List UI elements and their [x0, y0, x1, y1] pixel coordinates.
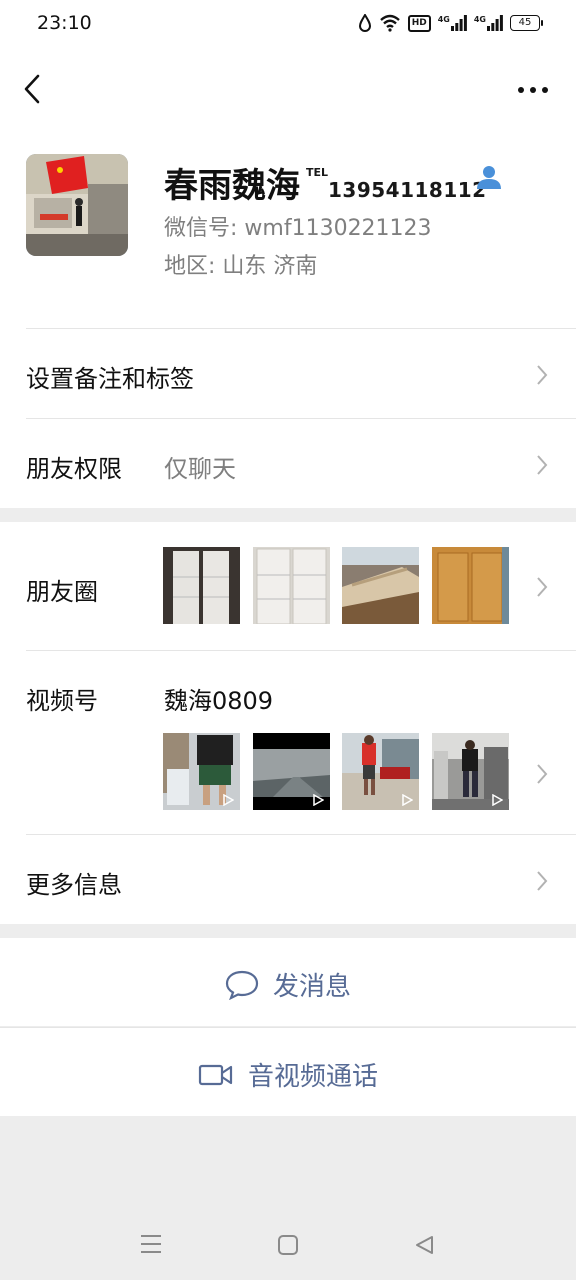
send-message-button[interactable]: 发消息 [0, 938, 576, 1026]
video-call-button[interactable]: 音视频通话 [0, 1027, 576, 1116]
play-icon [223, 794, 234, 806]
battery-icon: 45 [510, 15, 543, 31]
more-info-row[interactable]: 更多信息 [26, 834, 576, 925]
back-arrow-icon[interactable] [18, 72, 48, 106]
chevron-right-icon [537, 871, 548, 891]
avatar[interactable] [26, 154, 128, 256]
moments-photo [432, 547, 509, 624]
signal-1: 4G [438, 15, 467, 31]
status-icons: HD 4G 4G 45 [358, 14, 543, 32]
channel-video-thumb[interactable] [342, 733, 419, 810]
send-message-label: 发消息 [272, 972, 351, 1002]
remark-tags-label: 设置备注和标签 [26, 365, 194, 393]
moments-label: 朋友圈 [26, 578, 98, 606]
top-nav [0, 52, 576, 128]
play-icon [402, 794, 413, 806]
tel-number: 13954118112 [328, 178, 487, 202]
signal-icon [450, 15, 467, 31]
moments-photo [342, 547, 419, 624]
chevron-right-icon [537, 764, 548, 784]
moments-row[interactable]: 朋友圈 [26, 522, 576, 650]
wifi-icon [379, 14, 400, 32]
region: 地区: 山东 济南 [164, 254, 318, 279]
feed-group: 朋友圈 视频号 魏海0809 更多信息 [0, 522, 576, 924]
chevron-right-icon [537, 577, 548, 597]
moments-photo [253, 547, 330, 624]
more-info-label: 更多信息 [26, 871, 122, 899]
signal-2: 4G [474, 15, 503, 31]
contact-person-icon[interactable] [476, 164, 502, 190]
channels-name: 魏海0809 [164, 687, 274, 715]
play-icon [313, 794, 324, 806]
menu-icon[interactable] [140, 1234, 162, 1254]
remark-tags-row[interactable]: 设置备注和标签 [26, 328, 576, 419]
wechat-id: 微信号: wmf1130221123 [164, 216, 432, 241]
profile-card: 春雨魏海 TEL 13954118112 微信号: wmf1130221123 … [0, 128, 576, 328]
system-nav-bar [0, 1200, 576, 1280]
profile-name: 春雨魏海 [164, 166, 300, 206]
video-call-label: 音视频通话 [247, 1062, 378, 1092]
video-camera-icon [198, 1064, 233, 1085]
signal-icon [487, 15, 503, 31]
friend-permission-value: 仅聊天 [164, 455, 236, 483]
friend-permission-row[interactable]: 朋友权限 仅聊天 [26, 418, 576, 509]
chevron-right-icon [537, 365, 548, 385]
drop-icon [358, 14, 371, 32]
channels-row[interactable]: 视频号 魏海0809 [26, 650, 576, 835]
settings-group: 设置备注和标签 朋友权限 仅聊天 [0, 328, 576, 508]
hd-badge: HD [407, 14, 431, 32]
chat-bubble-icon [225, 970, 259, 1000]
chevron-right-icon [537, 455, 548, 475]
status-bar: 23:10 HD 4G 4G 45 [0, 0, 576, 52]
status-time: 23:10 [37, 12, 92, 34]
channel-video-thumb[interactable] [432, 733, 509, 810]
home-icon[interactable] [277, 1234, 299, 1256]
friend-permission-label: 朋友权限 [26, 455, 122, 483]
more-options-icon[interactable] [516, 78, 550, 102]
back-triangle-icon[interactable] [414, 1234, 436, 1256]
moments-photo [163, 547, 240, 624]
tel-label: TEL [306, 166, 329, 179]
play-icon [492, 794, 503, 806]
channel-video-thumb[interactable] [163, 733, 240, 810]
channels-label: 视频号 [26, 687, 98, 715]
channel-video-thumb[interactable] [253, 733, 330, 810]
